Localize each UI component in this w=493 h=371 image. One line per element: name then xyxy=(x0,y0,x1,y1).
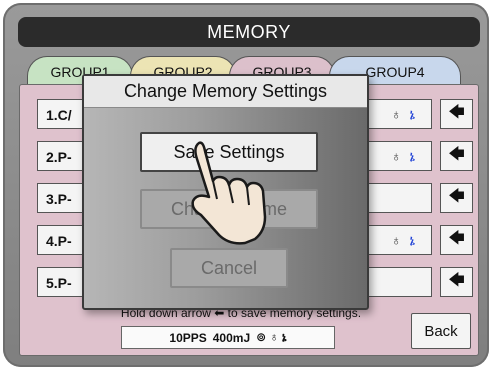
memory-row-label: 5.P- xyxy=(46,275,72,291)
pulse-icon: ♁ xyxy=(390,232,410,248)
memory-row-label: 1.C/ xyxy=(46,107,72,123)
left-arrow-icon: 🡄 xyxy=(448,271,465,289)
memory-row-label: 3.P- xyxy=(46,191,72,207)
foot-pedal-icon: ኔ xyxy=(409,232,423,248)
current-settings-display: 10PPS 400mJ ⊚ ♁ ኔ xyxy=(121,326,335,349)
mode-icons: ⊚ ♁ ኔ xyxy=(256,330,287,344)
left-arrow-icon: 🡄 xyxy=(448,229,465,247)
pulse-icon: ♁ xyxy=(390,106,410,122)
left-arrow-icon: 🡄 xyxy=(448,187,465,205)
save-arrow-button-5[interactable]: 🡄 xyxy=(440,267,473,297)
left-arrow-icon: 🡄 xyxy=(448,145,465,163)
device-frame: MEMORY GROUP1 GROUP2 GROUP3 GROUP4 1.C/ … xyxy=(3,3,489,367)
save-arrow-button-2[interactable]: 🡄 xyxy=(440,141,473,171)
back-button[interactable]: Back xyxy=(411,313,471,349)
row-icons: ♁ኔ xyxy=(391,106,423,123)
pointing-hand-icon xyxy=(191,141,267,245)
left-arrow-icon: 🡄 xyxy=(448,103,465,121)
pulse-icon: ♁ xyxy=(390,148,410,164)
save-arrow-button-1[interactable]: 🡄 xyxy=(440,99,473,129)
cancel-button[interactable]: Cancel xyxy=(170,248,288,288)
memory-row-label: 2.P- xyxy=(46,149,72,165)
foot-pedal-icon: ኔ xyxy=(409,106,423,122)
save-arrow-button-3[interactable]: 🡄 xyxy=(440,183,473,213)
screen-title: MEMORY xyxy=(18,17,480,47)
row-icons: ♁ኔ xyxy=(391,148,423,165)
dialog-title: Change Memory Settings xyxy=(84,76,367,108)
pps-value: 10PPS xyxy=(169,330,207,345)
row-icons: ♁ኔ xyxy=(391,232,423,249)
save-arrow-button-4[interactable]: 🡄 xyxy=(440,225,473,255)
memory-row-label: 4.P- xyxy=(46,233,72,249)
foot-pedal-icon: ኔ xyxy=(409,148,423,164)
energy-value: 400mJ xyxy=(212,330,251,345)
